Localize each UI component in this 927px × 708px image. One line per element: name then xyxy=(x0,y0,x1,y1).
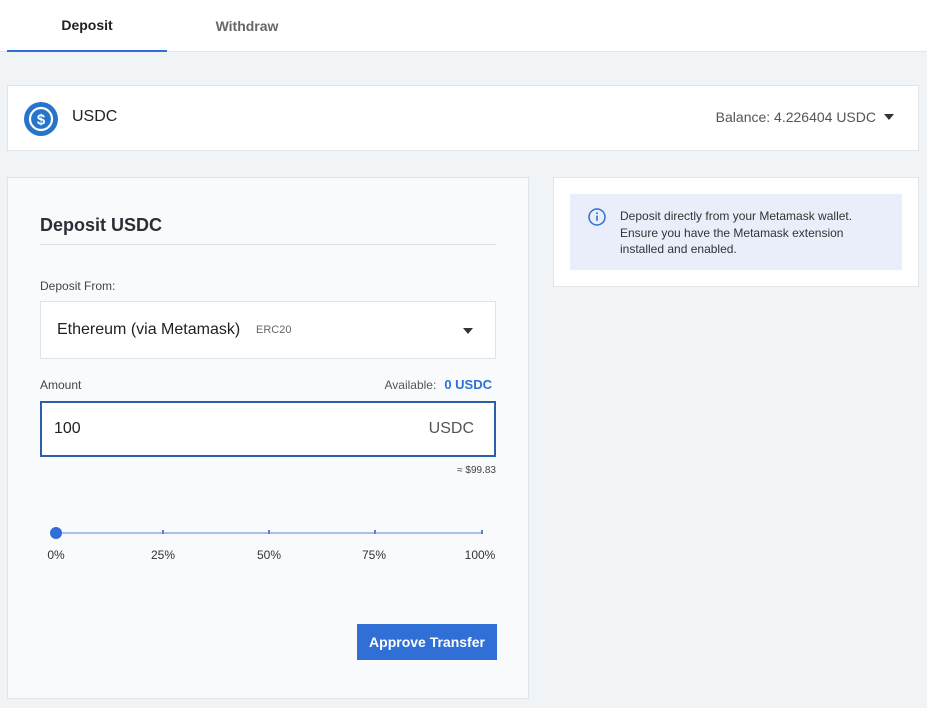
available-balance: Available: 0 USDC xyxy=(384,377,492,392)
divider xyxy=(40,244,496,245)
tab-withdraw[interactable]: Withdraw xyxy=(167,0,327,52)
slider-tick xyxy=(374,530,376,534)
deposit-source-value: Ethereum (via Metamask) xyxy=(57,321,241,338)
info-alert: Deposit directly from your Metamask wall… xyxy=(570,194,902,270)
slider-label-75[interactable]: 75% xyxy=(354,548,394,562)
amount-label: Amount xyxy=(40,378,82,392)
slider-label-25[interactable]: 25% xyxy=(143,548,183,562)
deposit-source-select[interactable]: Ethereum (via Metamask) ERC20 xyxy=(40,301,496,359)
page-title: Deposit USDC xyxy=(40,215,163,235)
slider-tick xyxy=(481,530,483,534)
slider-tick xyxy=(268,530,270,534)
usd-approximation: ≈ $99.83 xyxy=(457,465,496,476)
token-standard-tag: ERC20 xyxy=(256,324,292,336)
slider-tick xyxy=(162,530,164,534)
approve-transfer-button[interactable]: Approve Transfer xyxy=(357,624,497,660)
amount-slider-handle[interactable] xyxy=(50,527,62,539)
asset-name: USDC xyxy=(72,108,118,125)
deposit-card: Deposit USDC Deposit From: Ethereum (via… xyxy=(7,177,529,699)
balance-dropdown[interactable]: Balance: 4.226404 USDC xyxy=(716,109,894,125)
available-label: Available: xyxy=(384,378,437,392)
amount-field[interactable]: 100 USDC xyxy=(40,401,496,457)
amount-value: 100 xyxy=(54,420,81,437)
chevron-down-icon xyxy=(463,328,473,334)
tab-bar: Deposit Withdraw xyxy=(0,0,927,52)
slider-label-50[interactable]: 50% xyxy=(249,548,289,562)
slider-label-0[interactable]: 0% xyxy=(36,548,76,562)
info-icon xyxy=(588,208,606,226)
info-card: Deposit directly from your Metamask wall… xyxy=(553,177,919,287)
balance-text: Balance: 4.226404 USDC xyxy=(715,109,876,125)
chevron-down-icon xyxy=(884,114,894,120)
usdc-coin-icon: $ xyxy=(24,102,58,136)
info-message: Deposit directly from your Metamask wall… xyxy=(620,209,853,256)
slider-label-100[interactable]: 100% xyxy=(460,548,500,562)
tab-deposit[interactable]: Deposit xyxy=(7,0,167,52)
amount-unit: USDC xyxy=(428,420,474,437)
svg-text:$: $ xyxy=(37,112,46,129)
available-value[interactable]: 0 USDC xyxy=(444,377,492,392)
asset-selector[interactable]: $ USDC Balance: 4.226404 USDC xyxy=(7,85,919,151)
deposit-from-label: Deposit From: xyxy=(40,279,116,293)
